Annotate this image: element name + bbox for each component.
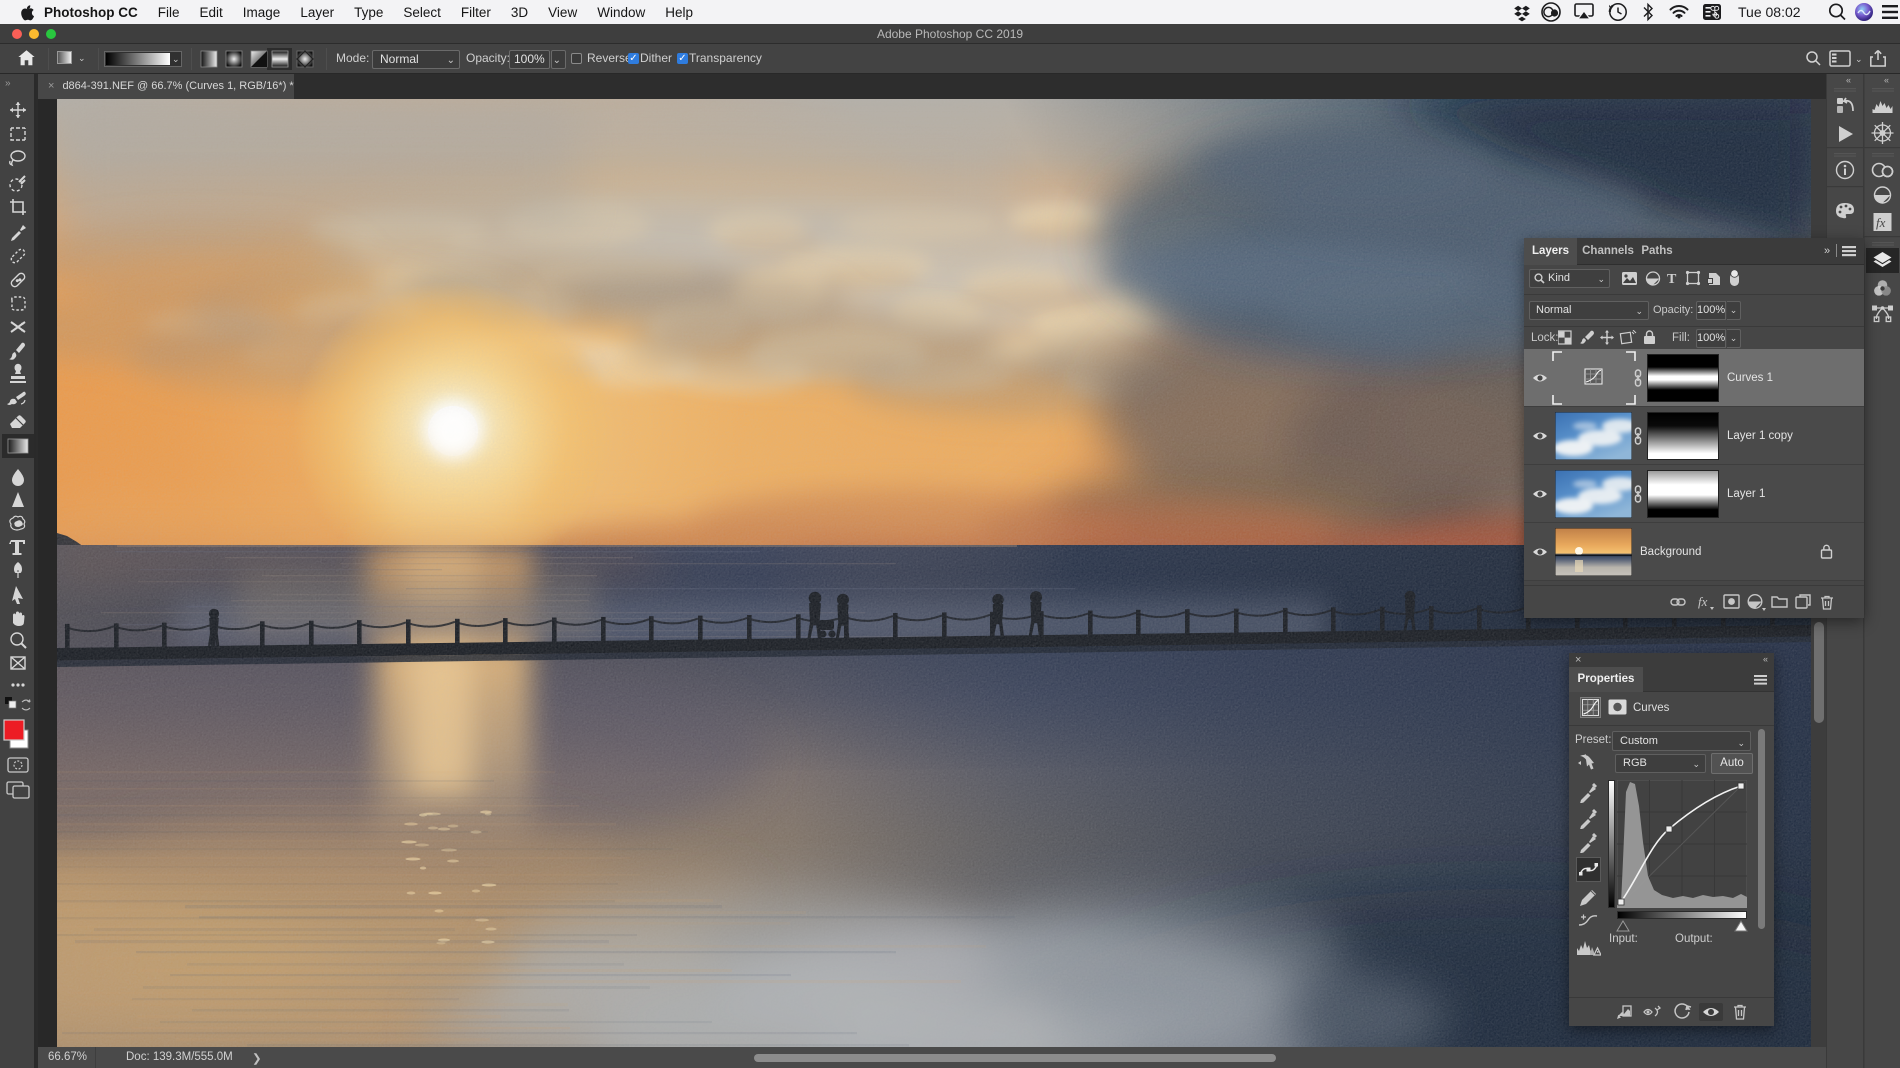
svg-text:fx: fx [1698, 594, 1708, 609]
svg-text:T: T [1667, 272, 1677, 287]
svg-text:fx: fx [1876, 215, 1886, 230]
svg-text:»: » [5, 78, 11, 89]
svg-text:«: « [1884, 75, 1889, 85]
svg-text:Tue 08:02: Tue 08:02 [1738, 4, 1801, 20]
svg-text:«: « [1846, 75, 1851, 85]
svg-text:⌄: ⌄ [1855, 54, 1863, 64]
